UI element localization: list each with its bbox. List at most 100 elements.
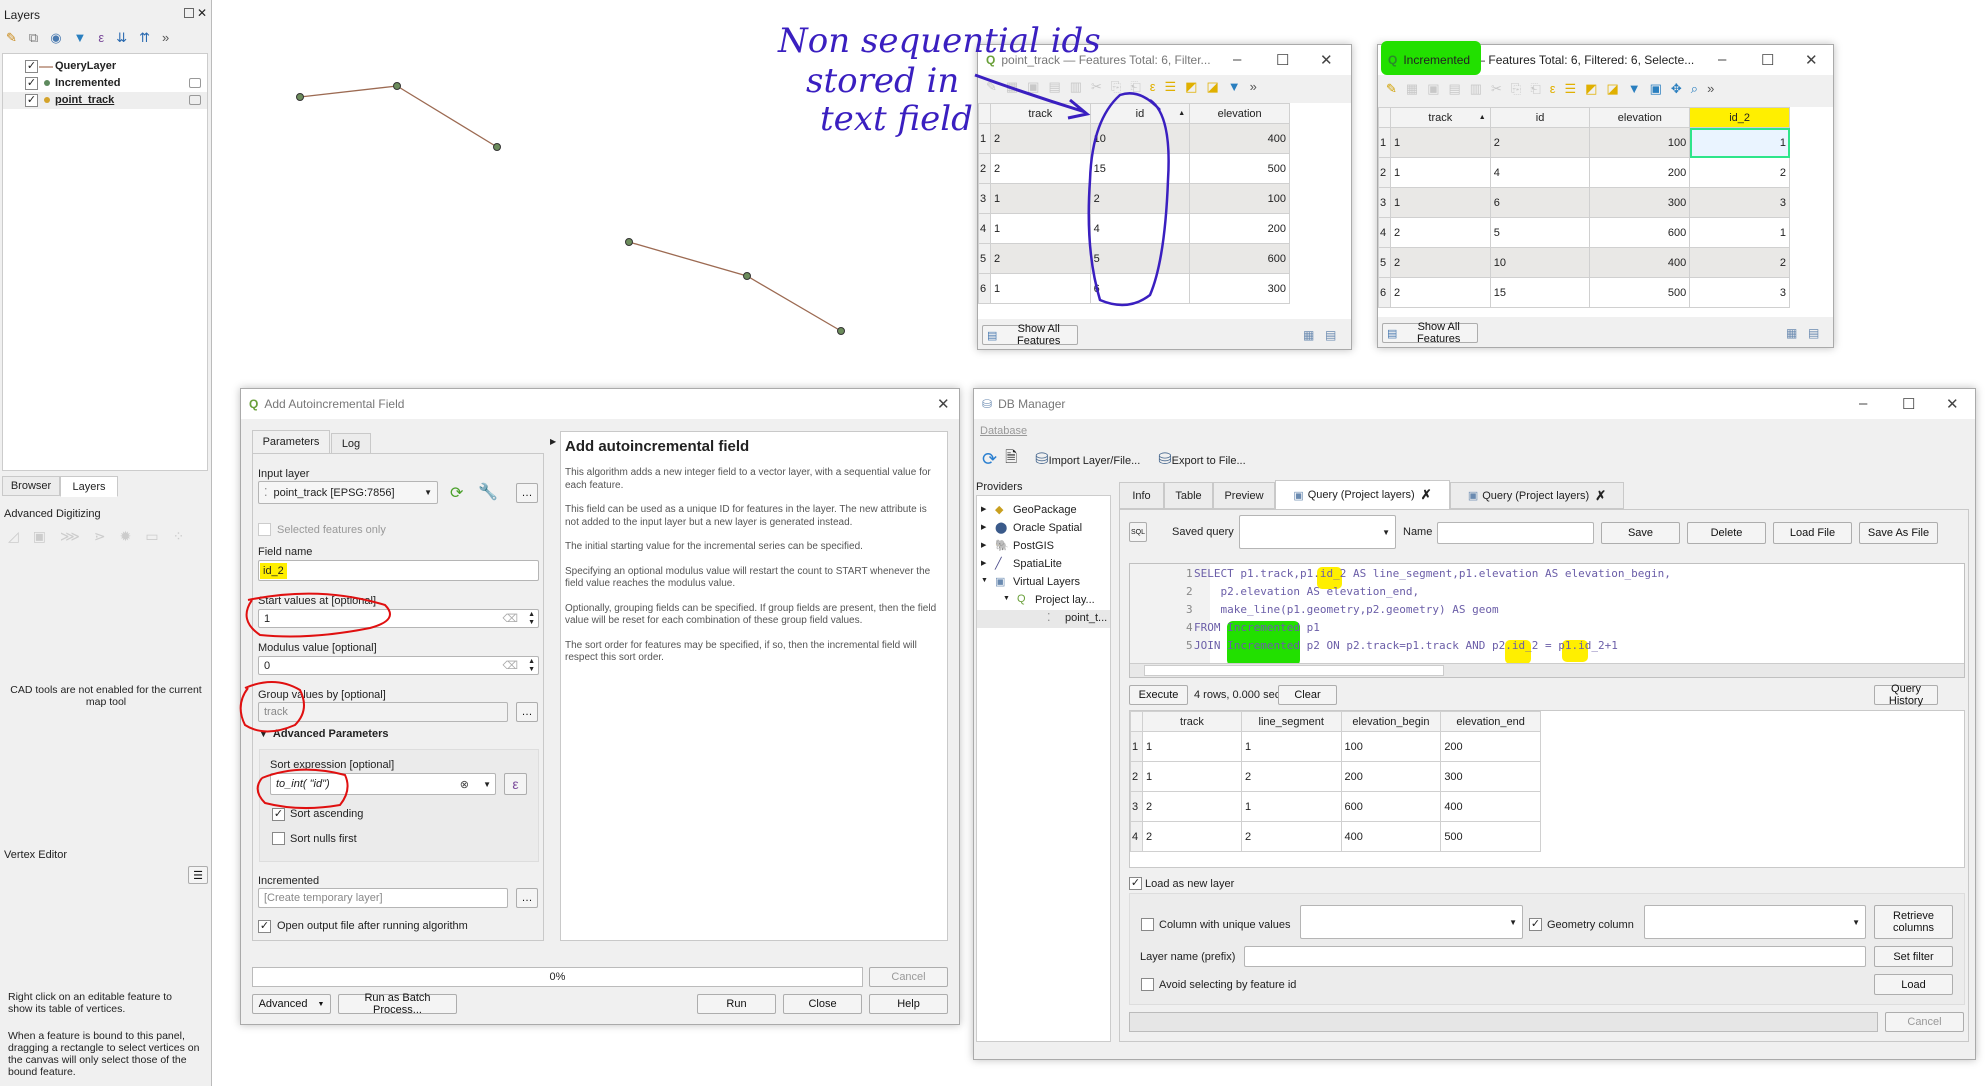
cell-track[interactable]: 1 bbox=[989, 213, 1091, 244]
table-row[interactable]: 2 1 4 200 2 bbox=[1378, 157, 1790, 188]
table-row[interactable]: 2 1 2 200 300 bbox=[1130, 761, 1541, 792]
execute-button[interactable]: Execute bbox=[1129, 685, 1188, 705]
geometry-column-checkbox[interactable]: ✓ bbox=[1529, 918, 1542, 931]
provider-item[interactable]: ▶ ◆ GeoPackage bbox=[977, 502, 1110, 520]
expanded-arrow-icon[interactable]: ▼ bbox=[1003, 595, 1010, 602]
expand-icon[interactable]: ⇊ bbox=[116, 30, 127, 46]
row-number[interactable]: 5 bbox=[1378, 247, 1391, 278]
query-history-button[interactable]: Query History bbox=[1874, 683, 1938, 707]
cell-elevation[interactable]: 500 bbox=[1589, 277, 1691, 308]
table-row[interactable]: 2 2 15 500 bbox=[978, 153, 1290, 184]
output-browse-button[interactable]: … bbox=[516, 888, 538, 908]
cell-id[interactable]: 6 bbox=[1089, 273, 1191, 304]
cell-elevation-end[interactable]: 300 bbox=[1440, 761, 1541, 792]
group-by-input[interactable]: track bbox=[258, 702, 508, 722]
provider-item[interactable]: ⁚ point_t... bbox=[977, 610, 1110, 628]
table-row[interactable]: 5 2 5 600 bbox=[978, 243, 1290, 274]
help-button[interactable]: Help bbox=[869, 994, 948, 1014]
cell-elevation[interactable]: 400 bbox=[1589, 247, 1691, 278]
cell-elevation[interactable]: 400 bbox=[1189, 123, 1290, 154]
cell-track[interactable]: 2 bbox=[1389, 217, 1491, 248]
cell-elevation-end[interactable]: 200 bbox=[1440, 731, 1541, 762]
group-by-browse-button[interactable]: … bbox=[516, 702, 538, 722]
selected-only-checkbox[interactable] bbox=[258, 523, 271, 536]
column-header-id-2[interactable]: id_2 bbox=[1689, 107, 1790, 128]
tab-parameters[interactable]: Parameters bbox=[252, 430, 330, 454]
tab-query-2[interactable]: ▣ Query (Project layers) ✗ bbox=[1450, 482, 1624, 509]
cell-id[interactable]: 5 bbox=[1089, 243, 1191, 274]
minimize-button[interactable]: – bbox=[1718, 51, 1726, 68]
spin-arrows-icon[interactable]: ▲ ▼ bbox=[528, 611, 535, 627]
close-button[interactable]: ✕ bbox=[1805, 51, 1818, 69]
column-header-id[interactable]: id bbox=[1489, 107, 1591, 128]
cell-id-2[interactable]: 2 bbox=[1689, 247, 1790, 278]
cell-line-segment[interactable]: 2 bbox=[1240, 821, 1342, 852]
sql-icon-button[interactable]: SQL bbox=[1129, 522, 1147, 542]
table-row[interactable]: 4 2 5 600 1 bbox=[1378, 217, 1790, 248]
tab-layers[interactable]: Layers bbox=[60, 476, 118, 497]
refresh-icon[interactable]: ⟳ bbox=[982, 449, 997, 470]
cell-elevation-end[interactable]: 500 bbox=[1440, 821, 1541, 852]
row-number[interactable]: 3 bbox=[978, 183, 991, 214]
add-group-icon[interactable]: ⧉ bbox=[29, 30, 38, 46]
save-query-button[interactable]: Save bbox=[1601, 522, 1680, 544]
sql-editor[interactable]: 1 SELECT p1.track,p1.id_2 AS line_segment… bbox=[1129, 563, 1965, 678]
column-header-elevation[interactable]: elevation bbox=[1589, 107, 1691, 128]
collapse-arrow-icon[interactable]: ▶ bbox=[550, 437, 556, 446]
cell-id-2[interactable]: 2 bbox=[1689, 157, 1790, 188]
float-icon[interactable] bbox=[184, 8, 194, 18]
cell-track[interactable]: 2 bbox=[1141, 791, 1242, 822]
row-number[interactable]: 6 bbox=[978, 273, 991, 304]
close-button[interactable]: Close bbox=[783, 994, 862, 1014]
cell-id[interactable]: 2 bbox=[1089, 183, 1191, 214]
row-number[interactable]: 1 bbox=[978, 123, 991, 154]
eye-icon[interactable]: ◉ bbox=[50, 30, 61, 46]
cell-id[interactable]: 4 bbox=[1489, 157, 1591, 188]
input-layer-select[interactable]: ⁚ point_track [EPSG:7856] ▼ bbox=[258, 481, 438, 504]
show-all-features-button[interactable]: ▤ Show All Features bbox=[982, 323, 1078, 347]
cell-id[interactable]: 15 bbox=[1489, 277, 1591, 308]
cell-line-segment[interactable]: 1 bbox=[1240, 791, 1342, 822]
save-as-file-button[interactable]: Save As File bbox=[1859, 522, 1938, 544]
clear-icon[interactable]: ⌫ bbox=[502, 659, 518, 672]
column-header-track[interactable]: track bbox=[1141, 711, 1242, 732]
row-number[interactable]: 4 bbox=[1378, 217, 1391, 248]
cell-id-2[interactable]: 1 bbox=[1689, 217, 1790, 248]
delete-query-button[interactable]: Delete bbox=[1687, 522, 1766, 544]
cell-track[interactable]: 1 bbox=[989, 183, 1091, 214]
tab-query-1[interactable]: ▣ Query (Project layers) ✗ bbox=[1275, 480, 1450, 510]
table-row[interactable]: 6 1 6 300 bbox=[978, 273, 1290, 304]
run-as-batch-button[interactable]: Run as Batch Process... bbox=[338, 992, 457, 1016]
cell-id-2[interactable]: 3 bbox=[1689, 277, 1790, 308]
cell-elevation[interactable]: 300 bbox=[1189, 273, 1290, 304]
sort-expression-input[interactable]: to_int( "id") ⊗ ▼ bbox=[270, 773, 496, 795]
table-row[interactable]: 3 1 2 100 bbox=[978, 183, 1290, 214]
layer-prefix-input[interactable] bbox=[1244, 946, 1866, 967]
close-tab-icon[interactable]: ✗ bbox=[1421, 487, 1432, 503]
layer-visibility-checkbox[interactable]: ✓ bbox=[25, 60, 38, 73]
row-number[interactable]: 2 bbox=[1130, 761, 1143, 792]
column-header-track[interactable]: track bbox=[989, 103, 1091, 124]
load-file-button[interactable]: Load File bbox=[1773, 522, 1852, 544]
collapsed-arrow-icon[interactable]: ▶ bbox=[981, 505, 986, 513]
input-layer-browse-button[interactable]: … bbox=[516, 483, 538, 503]
clear-icon[interactable]: ⌫ bbox=[502, 612, 518, 625]
cell-id[interactable]: 10 bbox=[1489, 247, 1591, 278]
set-filter-button[interactable]: Set filter bbox=[1874, 946, 1953, 967]
unique-column-checkbox[interactable] bbox=[1141, 918, 1154, 931]
geometry-column-select[interactable]: ▼ bbox=[1644, 905, 1866, 939]
export-file-button[interactable]: ⛁Export to File... bbox=[1158, 449, 1245, 469]
close-button[interactable]: ✕ bbox=[937, 395, 950, 413]
provider-item[interactable]: ▶ ╱ SpatiaLite bbox=[977, 556, 1110, 574]
cell-elevation[interactable]: 100 bbox=[1589, 127, 1691, 158]
tab-preview[interactable]: Preview bbox=[1213, 482, 1275, 509]
tab-info[interactable]: Info bbox=[1119, 482, 1164, 509]
horizontal-scrollbar[interactable] bbox=[1130, 663, 1964, 677]
row-number[interactable]: 5 bbox=[978, 243, 991, 274]
row-number[interactable]: 3 bbox=[1130, 791, 1143, 822]
table-view-icon[interactable]: ▤ bbox=[1325, 328, 1336, 342]
tab-browser[interactable]: Browser bbox=[2, 476, 60, 496]
column-header-id[interactable]: id ▲ bbox=[1089, 103, 1191, 124]
spin-arrows-icon[interactable]: ▲ ▼ bbox=[528, 658, 535, 674]
layer-visibility-checkbox[interactable]: ✓ bbox=[25, 94, 38, 107]
